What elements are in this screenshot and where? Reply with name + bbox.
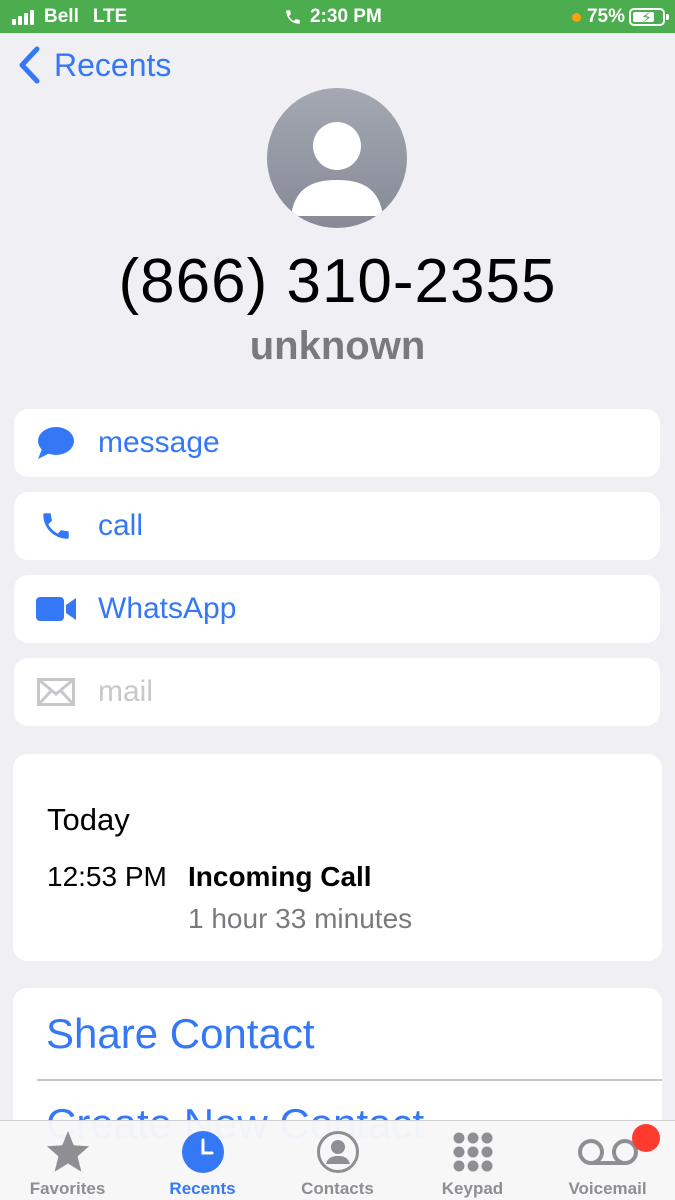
call-history-day: Today xyxy=(47,802,130,837)
status-center: 2:30 PM xyxy=(284,6,382,28)
mail-action-button[interactable]: mail xyxy=(14,658,660,726)
tab-favorites-label: Favorites xyxy=(29,1179,106,1198)
phone-icon xyxy=(43,513,69,539)
call-type: Incoming Call xyxy=(188,861,372,892)
tab-favorites[interactable]: Favorites xyxy=(0,1121,135,1200)
back-button[interactable]: Recents xyxy=(18,46,171,84)
charging-bolt-icon: ⚡ xyxy=(641,10,653,27)
message-bubble-icon xyxy=(38,427,74,459)
person-silhouette-icon xyxy=(291,122,383,216)
person-circle-icon xyxy=(316,1131,359,1173)
tab-bar: Favorites Recents Contacts Keypad Voicem… xyxy=(0,1120,675,1200)
clock-icon xyxy=(181,1131,224,1173)
voicemail-notification-badge xyxy=(632,1124,660,1152)
tab-contacts[interactable]: Contacts xyxy=(270,1121,405,1200)
message-action-label: message xyxy=(98,426,220,459)
mail-action-label: mail xyxy=(98,675,154,708)
tab-recents[interactable]: Recents xyxy=(135,1121,270,1200)
call-duration: 1 hour 33 minutes xyxy=(188,903,413,934)
network-type: LTE xyxy=(92,6,128,27)
contact-avatar xyxy=(267,88,407,228)
keypad-icon xyxy=(453,1132,492,1172)
message-action-button[interactable]: message xyxy=(14,409,660,477)
status-right: 75% ⚡ xyxy=(571,6,669,28)
signal-strength-icon xyxy=(12,9,36,25)
contact-label: unknown xyxy=(249,324,426,368)
privacy-indicator-dot xyxy=(571,12,581,22)
divider xyxy=(37,1079,662,1081)
share-contact-button[interactable]: Share Contact xyxy=(46,1010,315,1058)
back-label: Recents xyxy=(54,46,172,83)
contact-phone-number: (866) 310-2355 xyxy=(118,247,557,316)
tab-recents-label: Recents xyxy=(169,1179,236,1198)
tab-keypad[interactable]: Keypad xyxy=(405,1121,540,1200)
chevron-left-icon xyxy=(19,46,40,84)
call-history-card: Today 12:53 PM Incoming Call 1 hour 33 m… xyxy=(13,754,662,961)
call-action-label: call xyxy=(98,509,144,542)
video-camera-icon xyxy=(36,597,76,621)
battery-percent: 75% xyxy=(586,6,625,27)
battery-nub xyxy=(666,14,669,20)
star-icon xyxy=(46,1130,89,1172)
voicemail-icon xyxy=(577,1139,638,1165)
tab-voicemail-label: Voicemail xyxy=(568,1179,647,1198)
carrier-name: Bell xyxy=(44,6,79,27)
whatsapp-action-label: WhatsApp xyxy=(98,592,237,625)
active-call-icon xyxy=(286,10,300,24)
status-left: Bell LTE xyxy=(12,6,127,28)
envelope-icon xyxy=(37,678,75,706)
call-time: 12:53 PM xyxy=(47,861,167,892)
status-bar: Bell LTE 2:30 PM 75% ⚡ xyxy=(0,0,675,33)
tab-contacts-label: Contacts xyxy=(301,1179,374,1198)
call-action-button[interactable]: call xyxy=(14,492,660,560)
whatsapp-action-button[interactable]: WhatsApp xyxy=(14,575,660,643)
tab-keypad-label: Keypad xyxy=(441,1179,504,1198)
battery-icon: ⚡ xyxy=(629,8,669,27)
status-time: 2:30 PM xyxy=(310,6,382,27)
